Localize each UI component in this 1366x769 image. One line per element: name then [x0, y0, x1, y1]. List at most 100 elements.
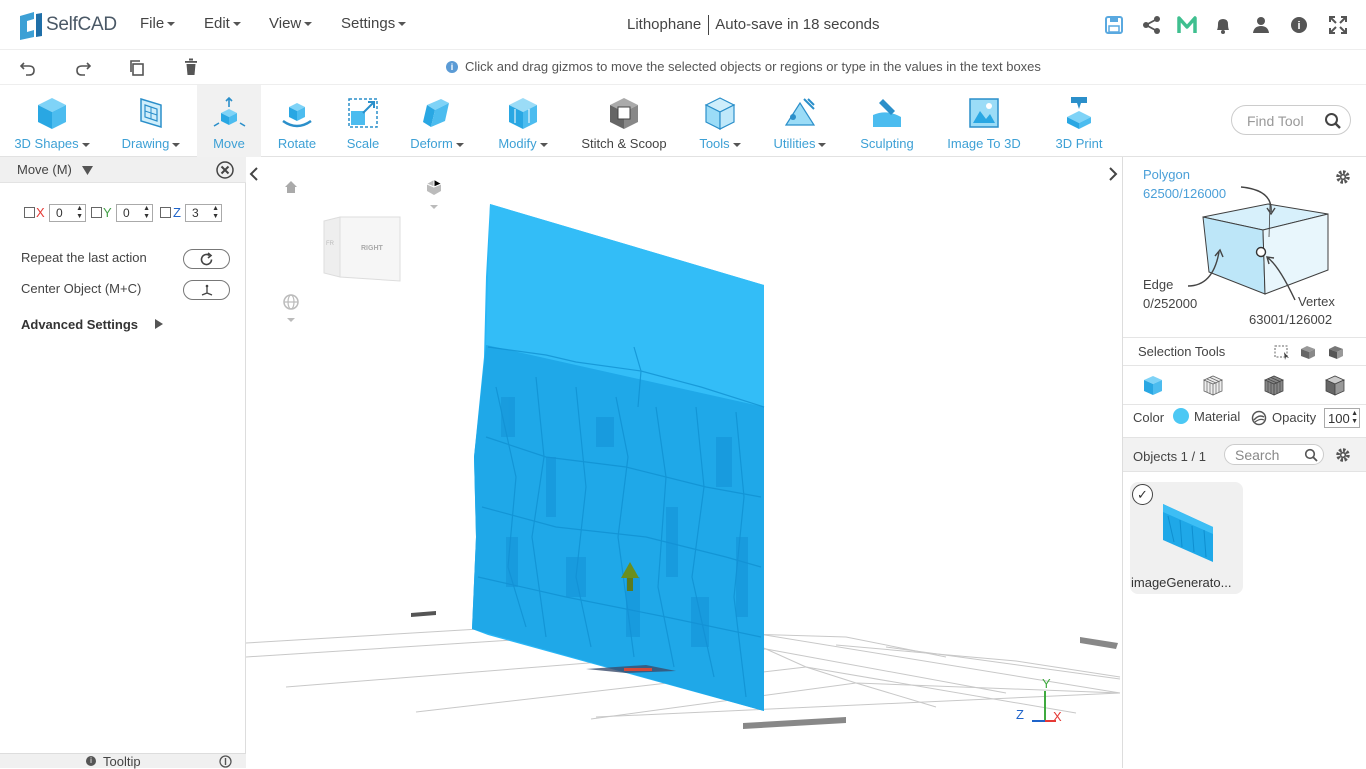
menu-view[interactable]: View [269, 15, 312, 32]
advanced-settings-label[interactable]: Advanced Settings [21, 317, 138, 332]
delete-icon[interactable] [182, 56, 200, 76]
edge-label[interactable]: Edge [1143, 277, 1173, 292]
box-select-icon[interactable] [1273, 344, 1291, 360]
tool-scale[interactable]: Scale [333, 85, 393, 157]
vertex-label[interactable]: Vertex [1298, 294, 1335, 309]
z-checkbox[interactable] [160, 207, 171, 218]
tool-label: Modify [488, 136, 558, 151]
settings-gear-icon[interactable] [1334, 168, 1352, 186]
menu-settings[interactable]: Settings [341, 15, 406, 32]
sculpting-icon [873, 99, 901, 127]
select-all-icon[interactable] [1299, 344, 1317, 360]
collapse-left-icon[interactable] [248, 166, 260, 182]
tool-stitch-scoop[interactable]: Stitch & Scoop [576, 85, 672, 157]
help-icon[interactable]: i [1288, 14, 1310, 36]
tool-utilities[interactable]: Utilities [764, 85, 836, 157]
view-cube-front[interactable]: FR [326, 241, 334, 247]
repeat-action-button[interactable] [183, 249, 230, 269]
drawing-icon [140, 97, 162, 129]
collapse-triangle-icon[interactable] [81, 165, 94, 176]
notification-bell-icon[interactable] [1212, 14, 1234, 36]
objects-settings-icon[interactable] [1334, 446, 1352, 464]
tool-modify[interactable]: Modify [488, 85, 558, 157]
tool-label: Move [213, 136, 245, 151]
tools-icon [704, 97, 736, 130]
save-icon[interactable] [1103, 14, 1125, 36]
y-label: Y [103, 205, 112, 220]
objects-search-input[interactable]: Search [1224, 444, 1324, 465]
m-brand-icon[interactable] [1176, 14, 1198, 36]
tooltip-bar[interactable]: i Tooltip [0, 753, 246, 769]
tool-label: 3D Shapes [10, 136, 94, 151]
lithophane-model[interactable] [472, 204, 765, 711]
hint-text: Click and drag gizmos to move the select… [465, 59, 1041, 74]
tooltip-toggle-icon[interactable] [219, 755, 232, 768]
action-bar: i Click and drag gizmos to move the sele… [0, 50, 1366, 84]
x-checkbox[interactable] [24, 207, 35, 218]
object-thumbnail [1163, 504, 1213, 562]
tool-sculpting[interactable]: Sculpting [850, 85, 924, 157]
y-checkbox[interactable] [91, 207, 102, 218]
opacity-input[interactable]: 100 ▲ ▼ [1324, 408, 1360, 428]
copy-icon[interactable] [128, 59, 146, 77]
opacity-stepper-icon[interactable]: ▲ ▼ [1351, 410, 1358, 426]
move-icon [213, 96, 246, 127]
material-sphere-icon[interactable] [1251, 410, 1267, 426]
view-cube[interactable]: FR RIGHT [322, 215, 402, 283]
tool-3d-shapes[interactable]: 3D Shapes [10, 85, 94, 157]
objects-header: Objects 1 / 1 Search [1123, 437, 1366, 472]
globe-icon[interactable] [282, 292, 300, 324]
project-name[interactable]: Lithophane [627, 16, 701, 33]
menu-edit[interactable]: Edit [204, 15, 241, 32]
tool-tools[interactable]: Tools [687, 85, 753, 157]
tool-deform[interactable]: Deform [402, 85, 472, 157]
camera-view-icon[interactable] [424, 178, 444, 210]
close-panel-icon[interactable] [216, 161, 234, 179]
scale-icon [348, 98, 378, 128]
object-mode-icon[interactable] [1141, 373, 1165, 397]
vertex-mode-icon[interactable] [1323, 373, 1347, 397]
selection-tools-label: Selection Tools [1138, 344, 1226, 359]
y-stepper-icon[interactable]: ▲ ▼ [143, 205, 150, 221]
tool-3d-print[interactable]: 3D Print [1044, 85, 1114, 157]
view-cube-right[interactable]: RIGHT [361, 245, 383, 252]
share-icon[interactable] [1141, 14, 1163, 36]
x-stepper-icon[interactable]: ▲ ▼ [76, 205, 83, 221]
collapse-right-icon[interactable] [1107, 166, 1119, 182]
refresh-icon [200, 252, 213, 266]
polygon-mode-icon[interactable] [1201, 373, 1225, 397]
object-checked-icon[interactable]: ✓ [1132, 484, 1153, 505]
object-card[interactable]: ✓ imageGenerato... [1130, 482, 1243, 594]
z-stepper-icon[interactable]: ▲ ▼ [212, 205, 219, 221]
edge-mode-icon[interactable] [1262, 373, 1286, 397]
z-value-input[interactable]: 3 ▲ ▼ [185, 204, 222, 222]
top-bar: SelfCAD File Edit View Settings Lithopha… [0, 0, 1366, 50]
tool-image-to-3d[interactable]: Image To 3D [938, 85, 1030, 157]
redo-icon[interactable] [74, 59, 92, 77]
invert-select-icon[interactable] [1327, 344, 1345, 360]
hint-message: i Click and drag gizmos to move the sele… [446, 59, 1041, 74]
tool-rotate[interactable]: Rotate [264, 85, 330, 157]
center-object-button[interactable] [183, 280, 230, 300]
repeat-action-label: Repeat the last action [21, 250, 147, 265]
3d-viewport[interactable]: FR RIGHT Y X Z [246, 157, 1122, 768]
expand-arrow-icon[interactable] [154, 318, 164, 330]
tool-drawing[interactable]: Drawing [113, 85, 189, 157]
selection-mode-diagram[interactable] [1183, 182, 1333, 302]
selfcad-logo[interactable]: SelfCAD [16, 10, 117, 40]
opacity-label: Opacity [1272, 410, 1317, 425]
tool-move[interactable]: Move [197, 85, 261, 157]
fullscreen-icon[interactable] [1327, 14, 1349, 36]
home-icon[interactable] [283, 179, 299, 195]
undo-icon[interactable] [19, 59, 37, 77]
user-icon[interactable] [1250, 14, 1272, 36]
menu-file[interactable]: File [140, 15, 175, 32]
material-label[interactable]: Material [1194, 409, 1240, 424]
x-value-input[interactable]: 0 ▲ ▼ [49, 204, 86, 222]
y-value-input[interactable]: 0 ▲ ▼ [116, 204, 153, 222]
polygon-label[interactable]: Polygon [1143, 167, 1190, 182]
objects-search-placeholder: Search [1235, 447, 1280, 463]
color-swatch[interactable] [1173, 408, 1189, 424]
find-tool-input[interactable]: Find Tool [1231, 105, 1351, 135]
tool-label: Tools [687, 136, 753, 151]
